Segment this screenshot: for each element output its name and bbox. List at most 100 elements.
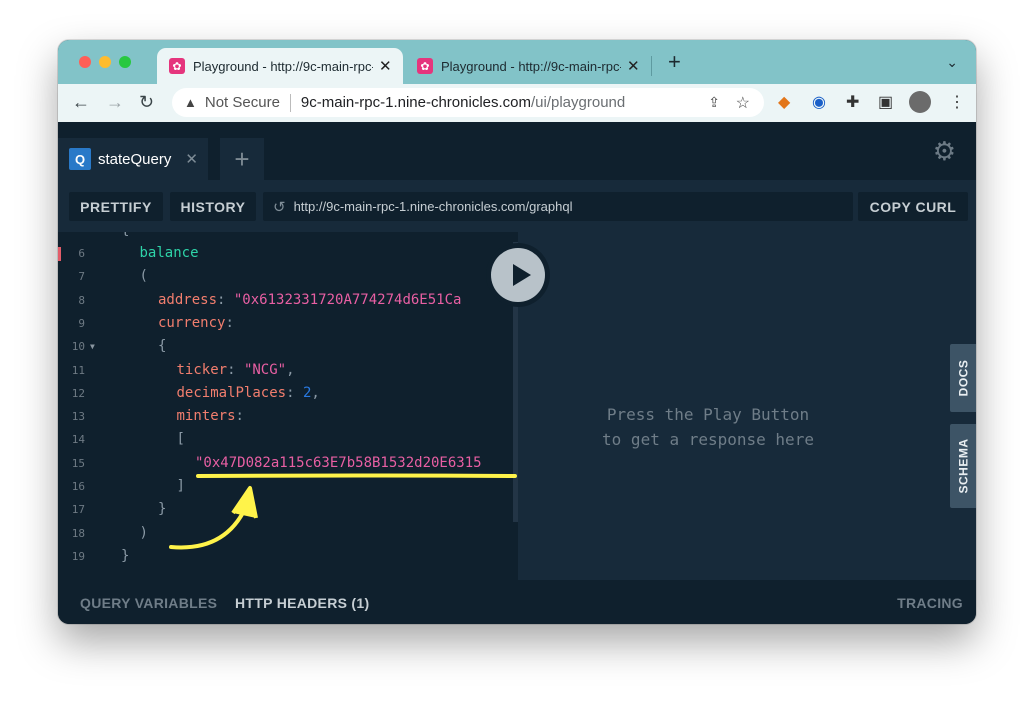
code-token: balance: [139, 245, 199, 261]
code-token: "0x47D082a115c63E7b58B1532d20E6315: [195, 454, 482, 471]
line-number: 7: [78, 270, 85, 284]
code-token: currency: [158, 314, 226, 331]
code-token: ,: [311, 384, 320, 401]
line-number: 9: [78, 316, 85, 330]
code-content: "0x47D082a115c63E7b58B1532d20E6315: [195, 452, 482, 475]
graphql-favicon-icon: ✿: [417, 58, 433, 74]
result-placeholder-line: to get a response here: [602, 430, 814, 449]
puzzle-extensions-icon[interactable]: ✚: [846, 93, 859, 113]
code-token: ): [139, 524, 148, 541]
line-number: 16: [71, 480, 85, 493]
playground-toolbar: PRETTIFY HISTORY ↺ http://9c-main-rpc-1.…: [58, 180, 976, 232]
history-button[interactable]: HISTORY: [170, 192, 256, 221]
line-number: 11: [71, 363, 85, 377]
fold-toggle-icon[interactable]: ▼: [90, 335, 95, 358]
code-token: "NCG": [243, 361, 287, 378]
browser-tab-strip: ✿ Playground - http://9c-main-rpc-1.nine…: [58, 40, 976, 84]
tab-statequery[interactable]: Q stateQuery ✕: [58, 138, 208, 180]
code-token: :: [217, 291, 234, 308]
line-number: 6: [78, 247, 85, 260]
close-icon[interactable]: ✕: [185, 150, 198, 168]
close-window-button[interactable]: [79, 56, 91, 68]
code-content: }: [121, 545, 129, 568]
playground-header: Q stateQuery ✕ + ⚙: [58, 122, 976, 180]
zoom-window-button[interactable]: [119, 56, 131, 68]
editor-line: 11 ticker: "NCG",: [58, 359, 518, 382]
graphql-favicon-icon: ✿: [169, 58, 185, 74]
metamask-fox-icon[interactable]: ◆: [778, 93, 790, 113]
address-divider: [289, 93, 291, 112]
security-label[interactable]: Not Secure: [205, 94, 280, 111]
play-icon: [513, 264, 531, 286]
http-headers-tab[interactable]: HTTP HEADERS (1): [235, 595, 369, 611]
gear-icon[interactable]: ⚙: [933, 136, 956, 167]
line-number: 12: [71, 386, 85, 400]
forward-arrow-icon[interactable]: →: [106, 92, 124, 112]
address-bar[interactable]: ▲ Not Secure 9c-main-rpc-1.nine-chronicl…: [172, 88, 764, 117]
browser-tab-2[interactable]: ✿ Playground - http://9c-main-rpc-1.nine…: [405, 48, 651, 84]
docs-tab[interactable]: DOCS: [950, 344, 976, 412]
warning-triangle-icon: ▲: [184, 95, 197, 110]
query-badge: Q: [69, 148, 91, 170]
code-token: ,: [286, 361, 295, 378]
tracing-tab[interactable]: TRACING: [897, 595, 963, 611]
reload-icon[interactable]: ↻: [139, 92, 154, 112]
share-icon[interactable]: ⇪: [708, 94, 720, 111]
editor-line: 13 minters:: [58, 405, 518, 428]
minimize-window-button[interactable]: [99, 56, 111, 68]
code-content: minters:: [177, 405, 244, 428]
browser-tab-1[interactable]: ✿ Playground - http://9c-main-rpc-1.nine…: [157, 48, 403, 84]
endpoint-url-input[interactable]: ↺ http://9c-main-rpc-1.nine-chronicles.c…: [263, 192, 853, 221]
play-button-circle: [491, 248, 545, 302]
code-content: (: [140, 265, 148, 288]
url-path: /ui/playground: [531, 94, 626, 111]
line-number: 14: [71, 433, 85, 447]
editor-line: 17}: [58, 498, 518, 521]
bookmark-star-icon[interactable]: ☆: [736, 93, 750, 113]
editor-line: 14 [: [58, 428, 518, 451]
line-number: 10: [71, 340, 85, 354]
tab-search-chevron-icon[interactable]: ⌄: [946, 54, 958, 71]
more-menu-icon[interactable]: ⋮: [949, 93, 965, 113]
code-token: ticker: [176, 361, 228, 378]
prettify-button[interactable]: PRETTIFY: [69, 192, 163, 221]
result-pane: Press the Play Button to get a response …: [518, 232, 976, 580]
profile-avatar[interactable]: [909, 91, 931, 113]
url-host: 9c-main-rpc-1.nine-chronicles.com: [300, 94, 531, 111]
code-token: ]: [176, 478, 185, 494]
editor-line: 9 currency:: [58, 312, 518, 335]
close-tab-icon[interactable]: ✕: [379, 57, 392, 75]
line-number: 19: [71, 549, 85, 563]
line-number: 8: [78, 293, 85, 307]
code-content: currency:: [158, 312, 234, 335]
browser-toolbar: ← → ↻ ▲ Not Secure 9c-main-rpc-1.nine-ch…: [58, 84, 976, 122]
copy-curl-button[interactable]: COPY CURL: [858, 192, 968, 221]
sidebar-icon[interactable]: ▣: [878, 93, 893, 113]
execute-query-button[interactable]: [486, 243, 550, 307]
editor-line: 16]: [58, 475, 518, 498]
query-variables-tab[interactable]: QUERY VARIABLES: [80, 595, 217, 611]
code-content: }: [158, 498, 166, 521]
code-content: ]: [177, 475, 185, 498]
query-tab-name: stateQuery: [98, 150, 172, 168]
add-tab-button[interactable]: +: [220, 138, 264, 180]
code-token: address: [158, 291, 218, 308]
reload-schema-icon[interactable]: ↺: [273, 198, 286, 216]
code-token: [: [176, 431, 185, 448]
browser-window: ✿ Playground - http://9c-main-rpc-1.nine…: [58, 40, 976, 624]
editor-line: 6 balance: [58, 242, 518, 265]
close-tab-icon[interactable]: ✕: [627, 57, 640, 75]
code-token: (: [139, 268, 148, 285]
onepassword-icon[interactable]: ◉: [812, 93, 826, 113]
line-number: 13: [71, 410, 85, 424]
editor-line-partial: {: [58, 232, 518, 242]
new-tab-button[interactable]: +: [668, 51, 681, 73]
code-token: }: [158, 501, 167, 518]
query-editor[interactable]: { 6balance7(8address: "0x6132331720A7742…: [58, 232, 518, 580]
code-token: }: [121, 547, 130, 564]
line-number: 15: [71, 456, 85, 470]
back-arrow-icon[interactable]: ←: [72, 92, 90, 112]
code-token: :: [286, 384, 303, 401]
schema-tab[interactable]: SCHEMA: [950, 424, 976, 508]
line-number: 18: [71, 526, 85, 540]
